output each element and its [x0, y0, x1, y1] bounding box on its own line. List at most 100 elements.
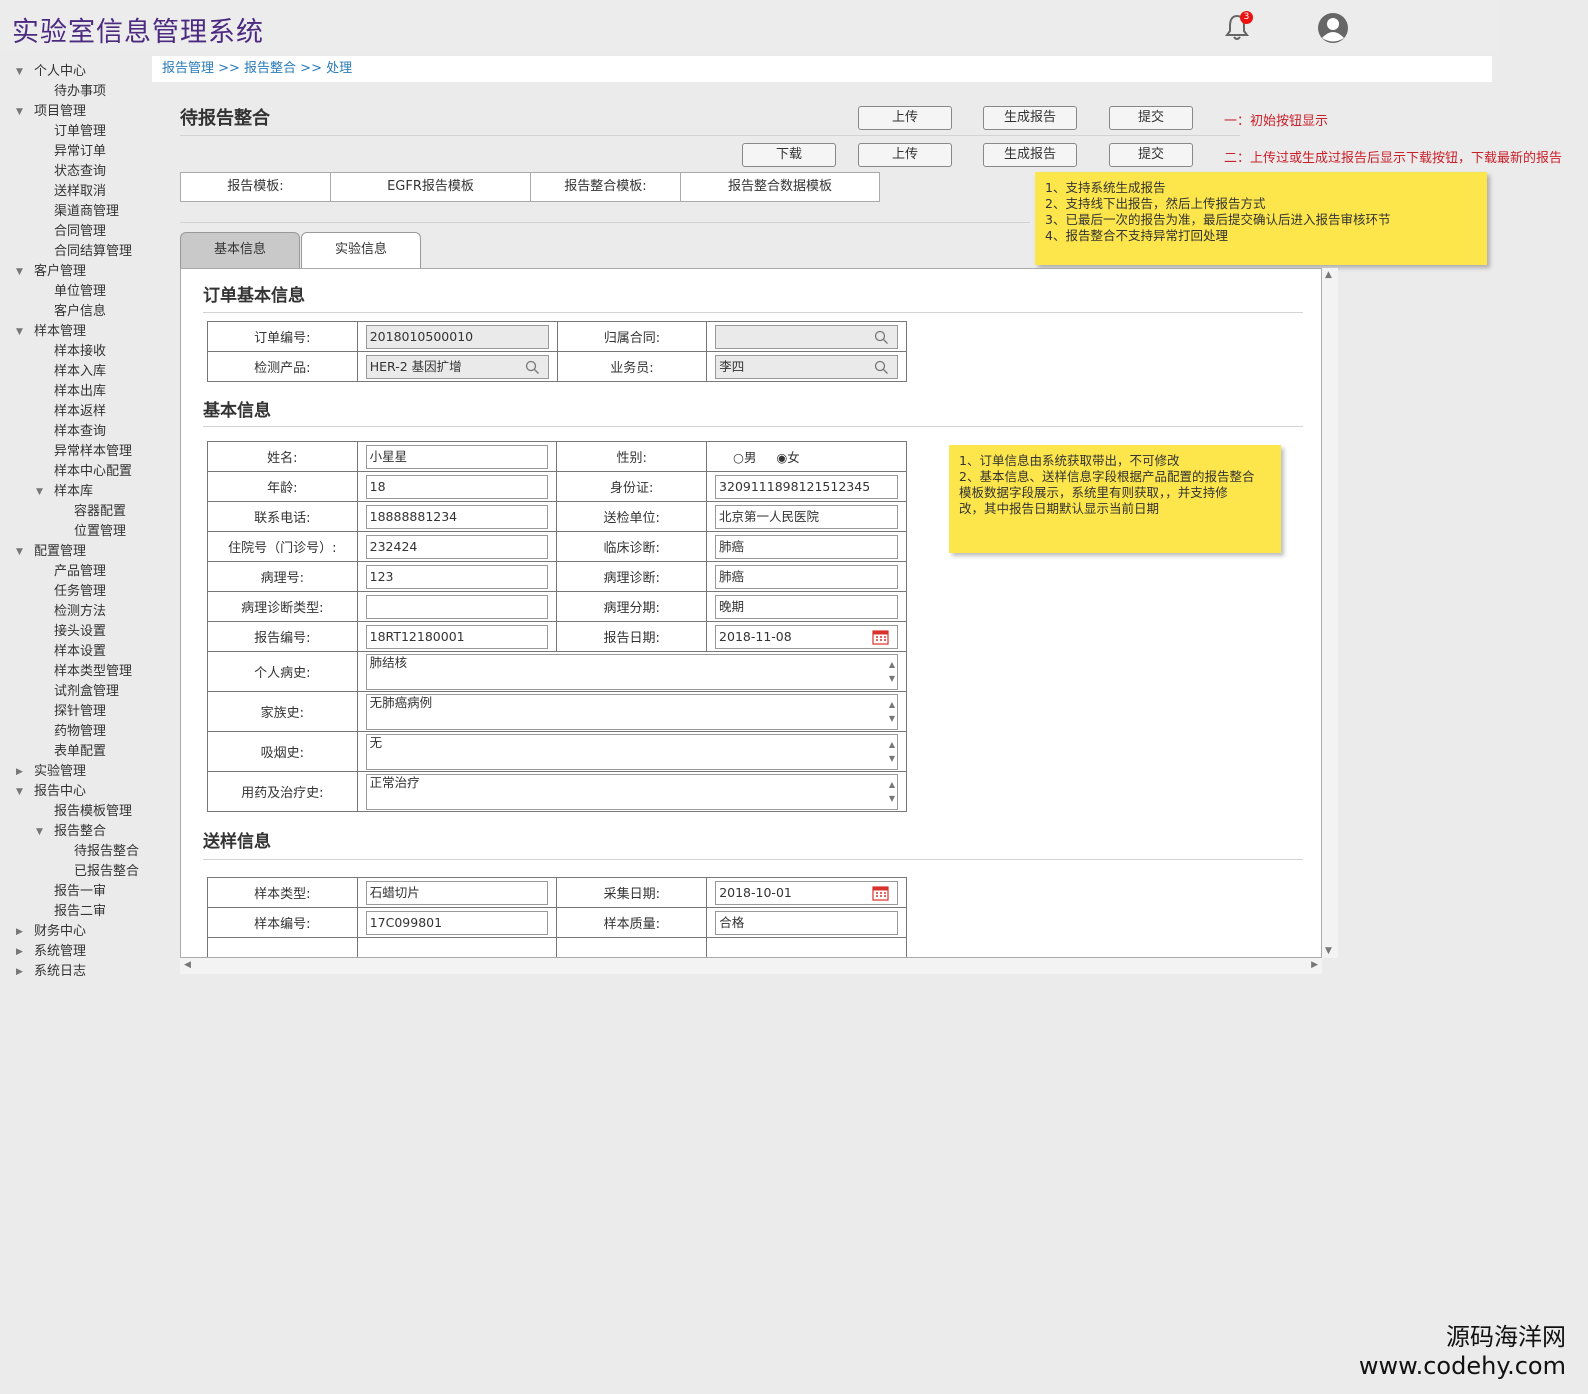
sidebar-item[interactable]: ▼ 个人中心 — [0, 62, 150, 82]
sidebar-item[interactable]: 待报告整合 — [0, 842, 150, 862]
sample-type-field[interactable]: 石蜡切片 — [365, 880, 549, 905]
phone-field[interactable]: 18888881234 — [365, 504, 549, 529]
name-field[interactable]: 小星星 — [365, 444, 549, 469]
caret-right-icon[interactable]: ▶ — [16, 922, 23, 942]
scroll-left-arrow-icon[interactable]: ◀ — [184, 960, 191, 970]
inpatient-field[interactable]: 232424 — [365, 534, 549, 559]
report-no-field[interactable]: 18RT12180001 — [365, 624, 549, 649]
sidebar-item[interactable]: 送样取消 — [0, 182, 150, 202]
search-icon[interactable] — [525, 360, 540, 375]
upload-button-2[interactable]: 上传 — [858, 143, 952, 167]
sidebar-item[interactable]: 报告一审 — [0, 882, 150, 902]
sidebar-item[interactable]: 异常样本管理 — [0, 442, 150, 462]
age-field[interactable]: 18 — [365, 474, 549, 499]
sidebar-item[interactable]: 报告二审 — [0, 902, 150, 922]
stage-field[interactable]: 晚期 — [715, 594, 898, 619]
treatment-history-textarea[interactable]: 正常治疗 ▲ ▼ — [365, 773, 898, 810]
sidebar-item[interactable]: 任务管理 — [0, 582, 150, 602]
calendar-icon[interactable] — [872, 885, 889, 901]
report-date-field[interactable]: 2018-11-08 — [715, 624, 898, 649]
sidebar-item[interactable]: 合同结算管理 — [0, 242, 150, 262]
sidebar-item[interactable]: 样本出库 — [0, 382, 150, 402]
vertical-scrollbar[interactable]: ▲ ▼ — [1322, 268, 1338, 958]
breadcrumb[interactable]: 报告管理 >> 报告整合 >> 处理 — [152, 56, 1492, 82]
textarea-scrollbar[interactable]: ▲ ▼ — [889, 778, 895, 806]
sidebar-item[interactable]: ▼ 报告整合 — [0, 822, 150, 842]
sidebar-item[interactable]: 产品管理 — [0, 562, 150, 582]
sidebar-item[interactable]: 药物管理 — [0, 722, 150, 742]
sidebar-item[interactable]: 渠道商管理 — [0, 202, 150, 222]
caret-down-icon[interactable]: ▼ — [16, 322, 23, 342]
caret-right-icon[interactable]: ▶ — [16, 762, 23, 782]
sidebar-item[interactable]: 状态查询 — [0, 162, 150, 182]
sidebar-item[interactable]: 异常订单 — [0, 142, 150, 162]
submit-button-2[interactable]: 提交 — [1109, 143, 1193, 167]
textarea-scrollbar[interactable]: ▲ ▼ — [889, 738, 895, 766]
sidebar-item[interactable]: 样本中心配置 — [0, 462, 150, 482]
smoking-history-textarea[interactable]: 无 ▲ ▼ — [365, 733, 898, 770]
sidebar-item[interactable]: 报告模板管理 — [0, 802, 150, 822]
sidebar-item[interactable]: ▶ 实验管理 — [0, 762, 150, 782]
generate-report-button-2[interactable]: 生成报告 — [983, 143, 1077, 167]
sample-quality-field[interactable]: 合格 — [715, 910, 898, 935]
sidebar-item[interactable]: 待办事项 — [0, 82, 150, 102]
sidebar-item[interactable]: ▼ 样本管理 — [0, 322, 150, 342]
submit-button[interactable]: 提交 — [1109, 106, 1193, 130]
caret-down-icon[interactable]: ▼ — [36, 482, 43, 502]
hospital-field[interactable]: 北京第一人民医院 — [715, 504, 898, 529]
scroll-right-arrow-icon[interactable]: ▶ — [1311, 960, 1318, 970]
sidebar-item[interactable]: 合同管理 — [0, 222, 150, 242]
history-textarea[interactable]: 肺结核 ▲ ▼ — [365, 653, 898, 690]
upload-button[interactable]: 上传 — [858, 106, 952, 130]
caret-down-icon[interactable]: ▼ — [16, 782, 23, 802]
scroll-down-arrow-icon[interactable]: ▼ — [1325, 946, 1332, 956]
sidebar-item[interactable]: ▶ 系统日志 — [0, 962, 150, 982]
textarea-scrollbar[interactable]: ▲ ▼ — [889, 698, 895, 726]
pathology-no-field[interactable]: 123 — [365, 564, 549, 589]
caret-down-icon[interactable]: ▼ — [16, 62, 23, 82]
sidebar-item[interactable]: 样本接收 — [0, 342, 150, 362]
horizontal-scrollbar[interactable]: ◀ ▶ — [180, 958, 1322, 974]
sidebar-item[interactable]: ▼ 配置管理 — [0, 542, 150, 562]
sidebar-item[interactable]: 单位管理 — [0, 282, 150, 302]
generate-report-button[interactable]: 生成报告 — [983, 106, 1077, 130]
sidebar-item[interactable]: ▼ 客户管理 — [0, 262, 150, 282]
sidebar-item[interactable]: 样本类型管理 — [0, 662, 150, 682]
scroll-up-arrow-icon[interactable]: ▲ — [1325, 270, 1332, 280]
sidebar-item[interactable]: 订单管理 — [0, 122, 150, 142]
sidebar-item[interactable]: 试剂盒管理 — [0, 682, 150, 702]
sidebar-item[interactable]: 容器配置 — [0, 502, 150, 522]
sidebar-item[interactable]: 检测方法 — [0, 602, 150, 622]
tab-basic-info[interactable]: 基本信息 — [180, 232, 300, 268]
family-history-textarea[interactable]: 无肺癌病例 ▲ ▼ — [365, 693, 898, 730]
search-icon[interactable] — [874, 330, 889, 345]
sidebar-item[interactable]: ▼ 报告中心 — [0, 782, 150, 802]
sidebar-item[interactable]: 位置管理 — [0, 522, 150, 542]
sidebar-item[interactable]: 样本设置 — [0, 642, 150, 662]
textarea-scrollbar[interactable]: ▲ ▼ — [889, 658, 895, 686]
tab-experiment-info[interactable]: 实验信息 — [301, 232, 421, 268]
sidebar-item[interactable]: 接头设置 — [0, 622, 150, 642]
sidebar-item[interactable]: ▶ 财务中心 — [0, 922, 150, 942]
download-button[interactable]: 下载 — [742, 143, 836, 167]
sidebar-item[interactable]: ▼ 项目管理 — [0, 102, 150, 122]
collect-date-field[interactable]: 2018-10-01 — [715, 880, 898, 905]
sidebar-item[interactable]: ▼ 样本库 — [0, 482, 150, 502]
sample-no-field[interactable]: 17C099801 — [365, 910, 549, 935]
sidebar-item[interactable]: 表单配置 — [0, 742, 150, 762]
caret-down-icon[interactable]: ▼ — [36, 822, 43, 842]
idcard-field[interactable]: 320911189812151​2345 — [715, 474, 898, 499]
sidebar-item[interactable]: 客户信息 — [0, 302, 150, 322]
calendar-icon[interactable] — [872, 629, 889, 645]
sidebar-item[interactable]: ▶ 系统管理 — [0, 942, 150, 962]
pathology-type-field[interactable] — [365, 594, 549, 619]
search-icon[interactable] — [874, 360, 889, 375]
caret-right-icon[interactable]: ▶ — [16, 942, 23, 962]
pathology-diagnosis-field[interactable]: 肺癌 — [715, 564, 898, 589]
user-avatar-icon[interactable] — [1317, 12, 1349, 44]
sidebar-item[interactable]: 探针管理 — [0, 702, 150, 722]
caret-right-icon[interactable]: ▶ — [16, 962, 23, 982]
sidebar-item[interactable]: 样本入库 — [0, 362, 150, 382]
sidebar-item[interactable]: 已报告整合 — [0, 862, 150, 882]
caret-down-icon[interactable]: ▼ — [16, 542, 23, 562]
